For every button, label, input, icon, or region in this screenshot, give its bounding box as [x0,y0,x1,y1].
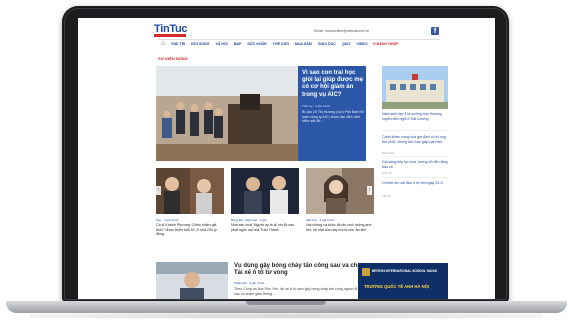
login-label: ĐĂNG NHẬP [376,42,399,46]
divider [382,130,448,131]
card-image-3[interactable] [306,168,374,214]
card-1-meta: Sao · 3 giờ trước [156,218,179,222]
card-3-title[interactable]: Hai chồng ca khúc đề lên nhớ tưởng anh l… [306,223,374,232]
section-title: SỰ KIỆN NÓNG [158,56,188,61]
hero-meta: Thời sự · 1 giờ trước [302,104,331,108]
bottom-story-meta: Pháp luật · 4 giờ trước [234,281,265,285]
right-item-1[interactable]: Nam sinh lớp 4 bị cưỡng bức thường xuyên… [382,112,448,121]
divider [382,156,448,157]
laptop-notch [246,301,326,305]
browser-screen: TinTuc Email: tintuconline@vietnamnet.vn… [78,18,495,299]
contact-email[interactable]: Email: tintuconline@vietnamnet.vn [314,29,369,33]
card-image-1[interactable] [156,168,224,214]
nav-item-bap[interactable]: BẠP [231,42,245,46]
home-icon[interactable]: ⌂ [158,41,168,47]
nav-item-the-gioi[interactable]: THẾ GIỚI [270,42,292,46]
right-item-4-meta: Xã hội [382,194,391,198]
nav-item-giai-tri[interactable]: GIẢI TRÍ [168,42,188,46]
right-item-2[interactable]: Cảnh khám nóng của giá định có từ ung th… [382,135,448,144]
card-1-title[interactable]: Ca sĩ Khánh Phương 'Chiêu khiên giả tinh… [156,223,224,237]
bottom-story-summary: Theo Công an tỉnh Phú Yên, tài xế ô tô c… [234,287,370,296]
bottom-story-title[interactable]: Vụ dùng gậy bóng chày tấn công sau va ch… [234,263,374,278]
nav-item-quiz[interactable]: QUIZ [339,42,354,46]
card-image-2[interactable] [231,168,299,214]
nav-item-xa-hoi[interactable]: XÃ HỘI [212,42,230,46]
school-crest-icon [362,268,370,276]
nav-item-doi-song[interactable]: ĐỜI SỐNG [188,42,212,46]
card-3-meta: Văn học · 3 giờ trước [306,218,335,222]
card-2-title[interactable]: Nhà sản xuất 'Người ấy là ai' xin lỗi sa… [231,223,299,232]
ad-headline: TRƯỜNG QUỐC TẾ ANH HÀ NỘI [364,284,430,289]
nav-item-suc-khoe[interactable]: SỨC KHỎE [244,42,269,46]
carousel-prev-button[interactable]: ‹ [156,186,161,195]
laptop-shadow [30,313,543,319]
right-image[interactable] [382,66,448,109]
nav-item-video[interactable]: VIDEO [353,42,370,46]
main-nav: ⌂ GIẢI TRÍ ĐỜI SỐNG XÃ HỘI BẠP SỨC KHỎE … [158,39,440,48]
carousel-next-button[interactable]: › [367,186,372,195]
right-item-2-meta: Sức khỏe [382,151,395,155]
login-link[interactable]: ⟲ ĐĂNG NHẬP [373,42,399,46]
hero-image[interactable] [156,66,298,161]
bottom-story-image[interactable] [156,262,228,299]
hero-title[interactable]: Vì sao con trai học giỏi lại giúp được m… [302,70,364,99]
ad-school-name: BRITISH INTERNATIONAL SCHOOL HANOI [372,269,437,273]
nav-item-giao-duc[interactable]: GIÁO DỤC [315,42,339,46]
divider [382,177,448,178]
hero-summary: Bị cáo Lê Thị Hương (cựu Phó Ban Kế toán… [302,110,364,124]
nav-item-mua-sam[interactable]: MUA SẮM [292,42,315,46]
facebook-icon[interactable]: f [431,27,439,35]
right-item-3[interactable]: Giá vàng tiếp tục hóa, lượng dữ liệu tăn… [382,160,448,169]
card-2-meta: Bóng Đá · Ngôi sao · 3 giờ [231,218,267,222]
right-item-3-meta: Kinh tế [382,171,392,175]
right-item-4[interactable]: Chi tiết lớn cải đầu ổ thị hội ngày 24-3 [382,181,448,186]
logo-underline [154,34,186,37]
